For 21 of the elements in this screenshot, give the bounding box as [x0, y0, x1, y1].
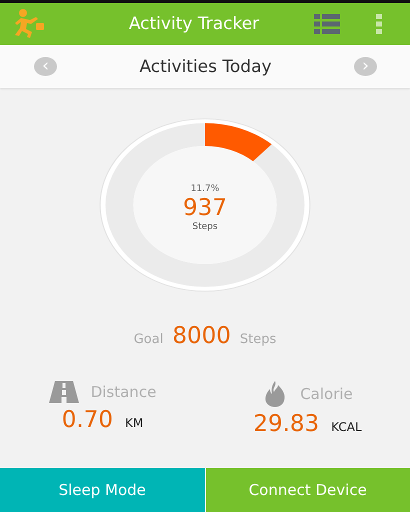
steps-label: Steps	[192, 222, 218, 232]
connect-device-button[interactable]: Connect Device	[206, 468, 410, 512]
stat-label: Distance	[90, 383, 156, 401]
step-count: 937	[183, 194, 227, 222]
stat-unit: KM	[124, 416, 144, 430]
sleep-mode-button[interactable]: Sleep Mode	[0, 468, 206, 512]
stat-value: 0.70	[62, 407, 113, 433]
goal-label: Goal	[134, 332, 164, 347]
next-button[interactable]: ›	[354, 57, 377, 76]
goal-value: 8000	[172, 323, 231, 349]
stat-unit: KCAL	[331, 420, 362, 434]
app-title: Activity Tracker	[128, 14, 260, 34]
section-title: Activities Today	[139, 56, 272, 76]
overflow-menu-icon[interactable]	[376, 14, 382, 34]
stat-label: Calorie	[300, 385, 353, 403]
stat-value: 29.83	[253, 411, 320, 437]
list-icon[interactable]	[314, 14, 340, 34]
previous-button[interactable]: ‹	[34, 57, 57, 76]
goal-unit: Steps	[240, 332, 276, 347]
road-icon	[48, 381, 79, 403]
percent-text: 11.7%	[190, 184, 220, 194]
